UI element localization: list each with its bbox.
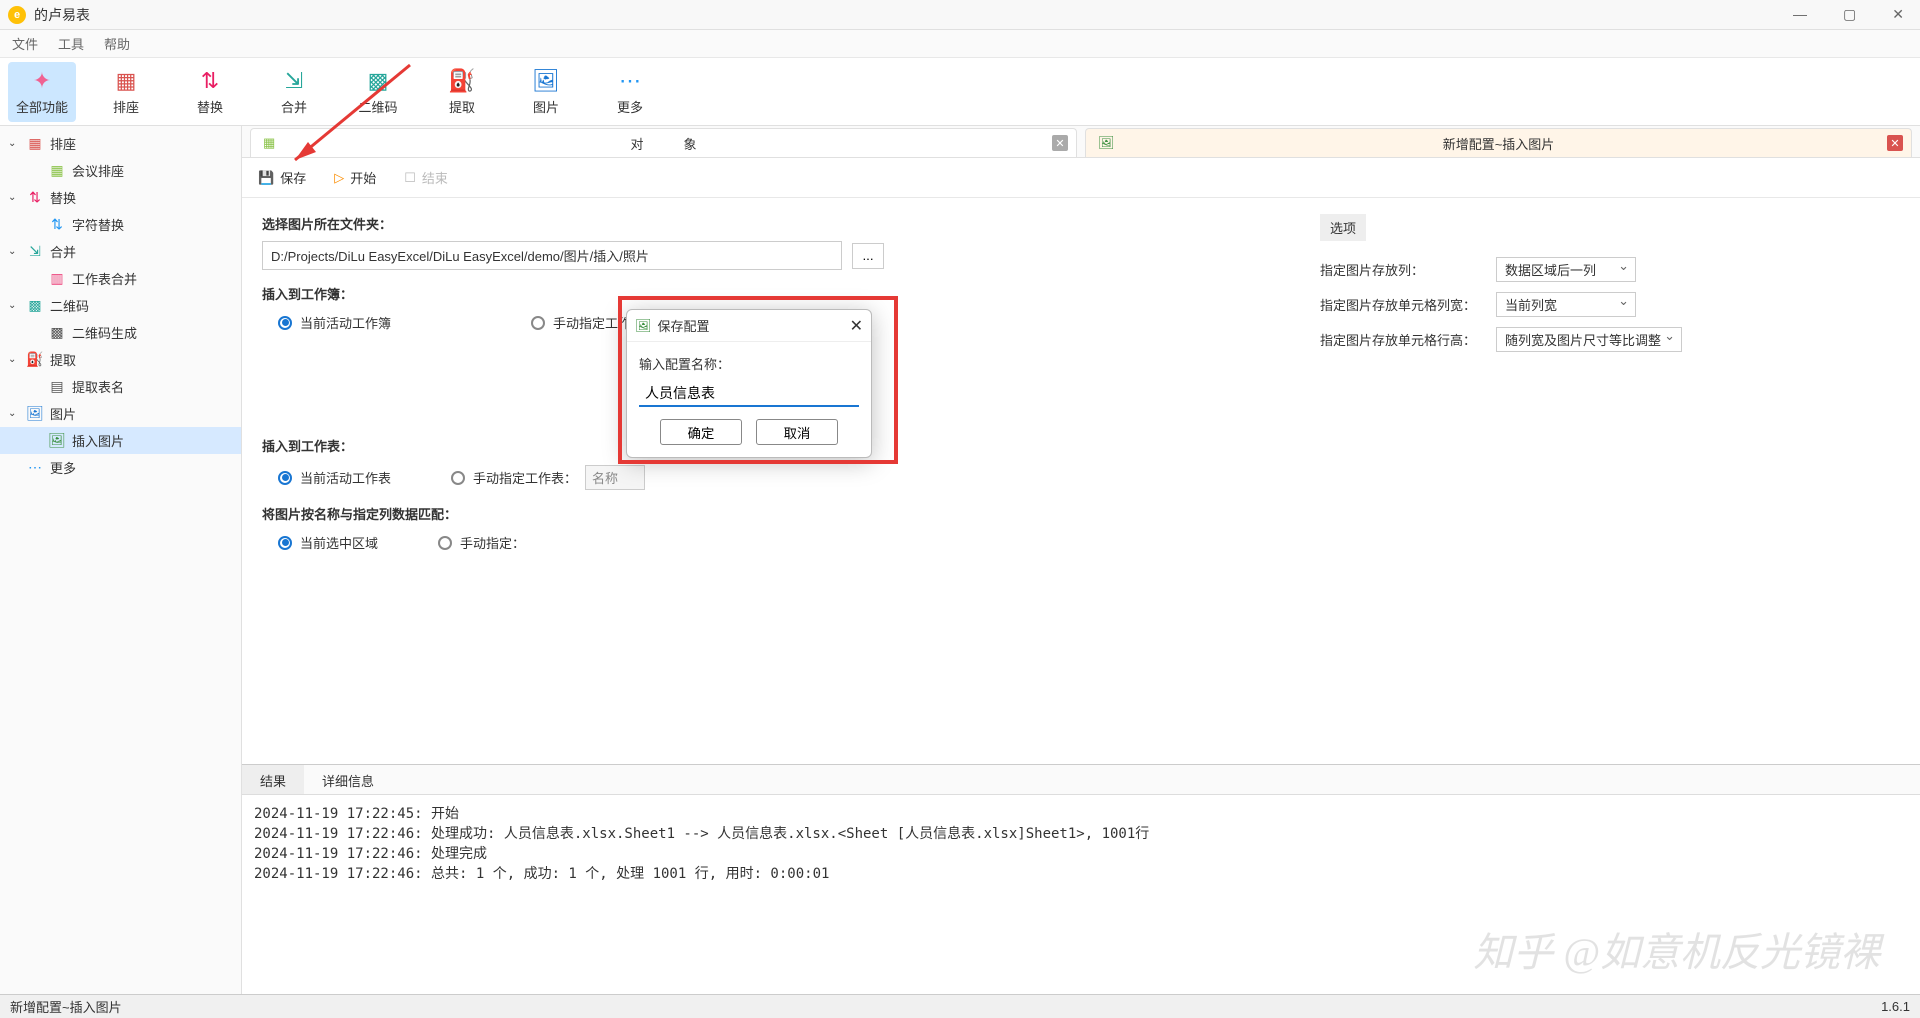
config-name-input[interactable] xyxy=(639,381,859,407)
toolbar-二维码[interactable]: ▩二维码 xyxy=(344,62,412,122)
toolbar-合并[interactable]: ⇲合并 xyxy=(260,62,328,122)
log-tab-result[interactable]: 结果 xyxy=(242,765,304,794)
toolbar-icon: ▩ xyxy=(364,67,392,95)
statusbar: 新增配置~插入图片 1.6.1 xyxy=(0,994,1920,1018)
save-button[interactable]: 💾保存 xyxy=(258,168,306,187)
tree-merge-sheet[interactable]: ▥工作表合并 xyxy=(0,265,241,292)
col-select[interactable]: 数据区域后一列 xyxy=(1496,257,1636,282)
image-icon: 🖼 xyxy=(1098,135,1115,151)
log-tab-detail[interactable]: 详细信息 xyxy=(304,765,392,794)
radio-match-selection[interactable] xyxy=(278,536,292,550)
dialog-close-icon[interactable]: ✕ xyxy=(850,316,863,336)
log-body: 2024-11-19 17:22:45: 开始 2024-11-19 17:22… xyxy=(242,795,1920,994)
app-icon: e xyxy=(8,6,26,24)
image-icon: 🖼 xyxy=(635,318,652,334)
save-config-dialog: 🖼 保存配置 ✕ 输入配置名称： 确定 取消 xyxy=(626,309,872,458)
toolbar-icon: ⇲ xyxy=(280,67,308,95)
radio-workbook-active[interactable] xyxy=(278,316,292,330)
form-panel: 选择图片所在文件夹： D:/Projects/DiLu EasyExcel/Di… xyxy=(242,198,1300,764)
options-panel: 选项 指定图片存放列：数据区域后一列 指定图片存放单元格列宽：当前列宽 指定图片… xyxy=(1300,198,1920,764)
play-icon: ▷ xyxy=(334,170,344,186)
toolbar-icon: ⇅ xyxy=(196,67,224,95)
start-button[interactable]: ▷开始 xyxy=(334,168,376,187)
radio-match-manual[interactable] xyxy=(438,536,452,550)
sidebar: ⌄▦排座 ▦会议排座 ⌄⇅替换 ⇅字符替换 ⌄⇲合并 ▥工作表合并 ⌄▩二维码 … xyxy=(0,126,242,994)
tree-image[interactable]: ⌄🖼图片 xyxy=(0,400,241,427)
width-select[interactable]: 当前列宽 xyxy=(1496,292,1636,317)
options-header: 选项 xyxy=(1320,214,1366,241)
toolbar-更多[interactable]: ⋯更多 xyxy=(596,62,664,122)
tree-more[interactable]: ⋯更多 xyxy=(0,454,241,481)
workbook-label: 插入到工作簿： xyxy=(262,284,1280,303)
tree-seat-meeting[interactable]: ▦会议排座 xyxy=(0,157,241,184)
tree-seat[interactable]: ⌄▦排座 xyxy=(0,130,241,157)
radio-worksheet-active[interactable] xyxy=(278,471,292,485)
toolbar-全部功能[interactable]: ✦全部功能 xyxy=(8,62,76,122)
toolbar-icon: ⋯ xyxy=(616,67,644,95)
menu-help[interactable]: 帮助 xyxy=(104,34,130,53)
grid-icon: ▦ xyxy=(263,135,275,151)
radio-workbook-manual[interactable] xyxy=(531,316,545,330)
folder-label: 选择图片所在文件夹： xyxy=(262,214,1280,233)
tree-merge[interactable]: ⌄⇲合并 xyxy=(0,238,241,265)
cancel-button[interactable]: 取消 xyxy=(756,419,838,445)
minimize-button[interactable]: — xyxy=(1785,6,1815,23)
titlebar: e 的卢易表 — ▢ ✕ xyxy=(0,0,1920,30)
window-title: 的卢易表 xyxy=(34,5,1785,25)
worksheet-name-select[interactable]: 名称 xyxy=(585,465,645,490)
toolbar-icon: ✦ xyxy=(28,67,56,95)
toolbar-图片[interactable]: 🖼图片 xyxy=(512,62,580,122)
toolbar-icon: ⛽ xyxy=(448,67,476,95)
end-button[interactable]: ☐结束 xyxy=(404,168,448,187)
match-label: 将图片按名称与指定列数据匹配： xyxy=(262,504,1280,523)
menu-file[interactable]: 文件 xyxy=(12,34,38,53)
log-panel: 结果 详细信息 2024-11-19 17:22:45: 开始 2024-11-… xyxy=(242,764,1920,994)
toolbar-替换[interactable]: ⇅替换 xyxy=(176,62,244,122)
menu-tool[interactable]: 工具 xyxy=(58,34,84,53)
action-bar: 💾保存 ▷开始 ☐结束 xyxy=(242,158,1920,198)
tree-replace-char[interactable]: ⇅字符替换 xyxy=(0,211,241,238)
menubar: 文件 工具 帮助 xyxy=(0,30,1920,58)
tree-replace[interactable]: ⌄⇅替换 xyxy=(0,184,241,211)
tree-qrcode[interactable]: ⌄▩二维码 xyxy=(0,292,241,319)
dialog-title: 保存配置 xyxy=(658,316,710,335)
folder-path-input[interactable]: D:/Projects/DiLu EasyExcel/DiLu EasyExce… xyxy=(262,241,842,270)
status-version: 1.6.1 xyxy=(1881,999,1910,1014)
height-select[interactable]: 随列宽及图片尺寸等比调整 xyxy=(1496,327,1682,352)
dialog-label: 输入配置名称： xyxy=(639,354,859,373)
toolbar-icon: ▦ xyxy=(112,67,140,95)
save-icon: 💾 xyxy=(258,170,274,186)
tab-close-icon[interactable]: ✕ xyxy=(1887,135,1903,151)
tab-newconfig[interactable]: 🖼 新增配置~插入图片 ✕ xyxy=(1085,128,1912,157)
tree-image-insert[interactable]: 🖼插入图片 xyxy=(0,427,241,454)
tree-extract[interactable]: ⌄⛽提取 xyxy=(0,346,241,373)
tab-strip: ▦ 对 象 ✕ 🖼 新增配置~插入图片 ✕ xyxy=(242,126,1920,158)
toolbar-提取[interactable]: ⛽提取 xyxy=(428,62,496,122)
toolbar-排座[interactable]: ▦排座 xyxy=(92,62,160,122)
stop-icon: ☐ xyxy=(404,170,416,186)
tree-qrcode-gen[interactable]: ▩二维码生成 xyxy=(0,319,241,346)
ok-button[interactable]: 确定 xyxy=(660,419,742,445)
radio-worksheet-manual[interactable] xyxy=(451,471,465,485)
tree-extract-table[interactable]: ▤提取表名 xyxy=(0,373,241,400)
tab-close-icon[interactable]: ✕ xyxy=(1052,135,1068,151)
maximize-button[interactable]: ▢ xyxy=(1835,6,1864,23)
close-button[interactable]: ✕ xyxy=(1884,6,1912,23)
toolbar-icon: 🖼 xyxy=(532,67,560,95)
main-toolbar: ✦全部功能 ▦排座 ⇅替换 ⇲合并 ▩二维码 ⛽提取 🖼图片 ⋯更多 xyxy=(0,58,1920,126)
browse-button[interactable]: ... xyxy=(852,243,884,269)
status-left: 新增配置~插入图片 xyxy=(10,997,122,1016)
tab-object[interactable]: ▦ 对 象 ✕ xyxy=(250,128,1077,157)
